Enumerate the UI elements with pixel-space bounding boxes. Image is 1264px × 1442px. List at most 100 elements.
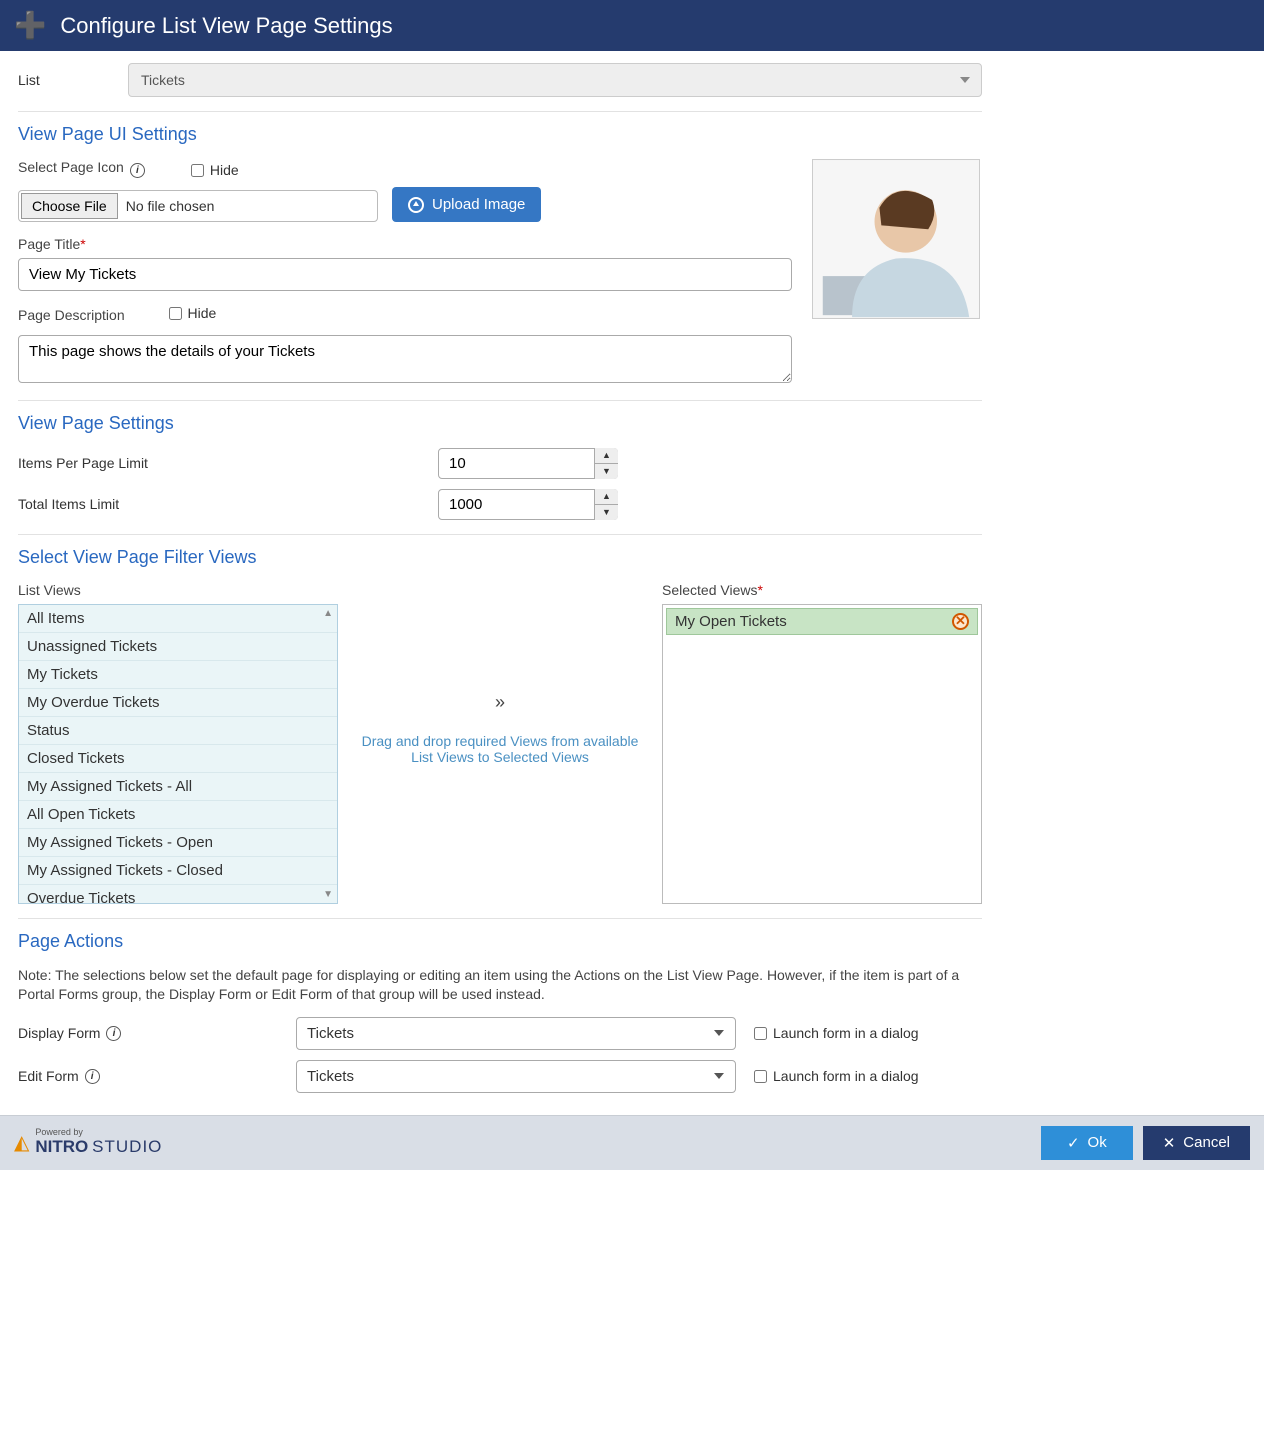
list-views-listbox[interactable]: ▲ ▼ All ItemsUnassigned TicketsMy Ticket… <box>18 604 338 904</box>
list-item[interactable]: Closed Tickets <box>19 745 337 773</box>
selected-views-listbox[interactable]: My Open Tickets ✕ <box>662 604 982 904</box>
items-per-page-input[interactable] <box>438 448 618 479</box>
list-select-wrap[interactable]: Tickets <box>128 63 982 97</box>
items-per-page-row: Items Per Page Limit ▲▼ <box>18 448 982 479</box>
total-items-input[interactable] <box>438 489 618 520</box>
edit-form-dialog-checkbox-wrap[interactable]: Launch form in a dialog <box>754 1068 919 1084</box>
remove-icon[interactable]: ✕ <box>952 613 969 630</box>
list-select[interactable]: Tickets <box>128 63 982 97</box>
list-item[interactable]: My Assigned Tickets - All <box>19 773 337 801</box>
display-form-label: Display Form <box>18 1025 100 1041</box>
list-item[interactable]: Status <box>19 717 337 745</box>
required-asterisk: * <box>757 582 762 598</box>
powered-by-label: Powered by <box>35 1128 162 1137</box>
display-form-dialog-checkbox-wrap[interactable]: Launch form in a dialog <box>754 1025 919 1041</box>
page-title-field: Page Title* <box>18 236 792 291</box>
hide-desc-checkbox[interactable] <box>169 307 182 320</box>
file-input-wrap[interactable]: Choose File No file chosen <box>18 190 378 222</box>
page-title-input[interactable] <box>18 258 792 291</box>
edit-form-select[interactable]: Tickets <box>296 1060 736 1093</box>
info-icon[interactable]: i <box>106 1026 121 1041</box>
list-item[interactable]: All Items <box>19 605 337 633</box>
choose-file-button[interactable]: Choose File <box>21 193 118 219</box>
dialog-footer: ◭ Powered by NITRO STUDIO ✓ Ok ✕ Cancel <box>0 1115 1264 1170</box>
select-icon-label: Select Page Icon <box>18 159 124 175</box>
page-desc-label: Page Description <box>18 307 125 323</box>
plus-icon: ➕ <box>14 10 46 41</box>
hide-desc-label: Hide <box>188 305 217 321</box>
list-item[interactable]: Overdue Tickets <box>19 885 337 904</box>
list-item[interactable]: Unassigned Tickets <box>19 633 337 661</box>
total-items-stepper[interactable]: ▲▼ <box>438 489 618 520</box>
section-filter-title: Select View Page Filter Views <box>18 547 982 568</box>
check-icon: ✓ <box>1067 1134 1080 1152</box>
step-down[interactable]: ▼ <box>595 505 618 520</box>
brand-logo: ◭ Powered by NITRO STUDIO <box>14 1128 162 1157</box>
display-form-select[interactable]: Tickets <box>296 1017 736 1050</box>
person-icon <box>813 160 979 318</box>
selected-views-label: Selected Views* <box>662 582 982 598</box>
file-picker-row: Choose File No file chosen Upload Image <box>18 187 792 222</box>
info-icon[interactable]: i <box>130 163 145 178</box>
divider <box>18 400 982 401</box>
step-down[interactable]: ▼ <box>595 464 618 479</box>
preview-col <box>812 159 982 386</box>
list-item[interactable]: My Tickets <box>19 661 337 689</box>
dialog-header: ➕ Configure List View Page Settings <box>0 0 1264 51</box>
upload-image-button[interactable]: Upload Image <box>392 187 541 222</box>
items-per-page-label: Items Per Page Limit <box>18 455 438 471</box>
section-settings-title: View Page Settings <box>18 413 982 434</box>
list-item[interactable]: My Assigned Tickets - Closed <box>19 857 337 885</box>
filter-mid-column: » Drag and drop required Views from avai… <box>358 582 642 904</box>
page-title-label: Page Title* <box>18 236 86 252</box>
display-form-label-wrap: Display Form i <box>18 1025 278 1041</box>
page-desc-textarea[interactable] <box>18 335 792 383</box>
divider <box>18 918 982 919</box>
required-asterisk: * <box>80 236 85 252</box>
ok-button[interactable]: ✓ Ok <box>1041 1126 1133 1160</box>
ui-left-col: Select Page Icon i Hide Choose File No f… <box>18 159 792 386</box>
display-form-row: Display Form i Tickets Launch form in a … <box>18 1017 982 1050</box>
hide-icon-checkbox-wrap[interactable]: Hide <box>191 162 239 178</box>
page-desc-field: Page Description Hide <box>18 305 792 386</box>
display-form-dialog-checkbox[interactable] <box>754 1027 767 1040</box>
page-title: Configure List View Page Settings <box>60 13 392 39</box>
move-right-icon[interactable]: » <box>358 692 642 713</box>
hide-desc-checkbox-wrap[interactable]: Hide <box>169 305 217 321</box>
cancel-label: Cancel <box>1183 1134 1230 1151</box>
brand-text: Powered by NITRO STUDIO <box>35 1128 162 1157</box>
edit-form-dialog-checkbox[interactable] <box>754 1070 767 1083</box>
edit-form-dialog-label: Launch form in a dialog <box>773 1068 919 1084</box>
dialog-body: List Tickets View Page UI Settings Selec… <box>0 51 1000 1115</box>
display-form-dialog-label: Launch form in a dialog <box>773 1025 919 1041</box>
stepper-buttons[interactable]: ▲▼ <box>594 448 618 479</box>
hide-icon-checkbox[interactable] <box>191 164 204 177</box>
ui-settings-row: Select Page Icon i Hide Choose File No f… <box>18 159 982 386</box>
items-per-page-stepper[interactable]: ▲▼ <box>438 448 618 479</box>
upload-label: Upload Image <box>432 196 525 213</box>
stepper-buttons[interactable]: ▲▼ <box>594 489 618 520</box>
info-icon[interactable]: i <box>85 1069 100 1084</box>
section-actions-title: Page Actions <box>18 931 982 952</box>
list-item-label: My Open Tickets <box>675 613 787 630</box>
list-item[interactable]: My Open Tickets ✕ <box>666 608 978 635</box>
upload-icon <box>408 197 424 213</box>
step-up[interactable]: ▲ <box>595 489 618 505</box>
cancel-button[interactable]: ✕ Cancel <box>1143 1126 1250 1160</box>
list-item[interactable]: All Open Tickets <box>19 801 337 829</box>
step-up[interactable]: ▲ <box>595 448 618 464</box>
filter-views-grid: List Views ▲ ▼ All ItemsUnassigned Ticke… <box>18 582 982 904</box>
edit-form-label-wrap: Edit Form i <box>18 1068 278 1084</box>
edit-form-label: Edit Form <box>18 1068 79 1084</box>
edit-form-row: Edit Form i Tickets Launch form in a dia… <box>18 1060 982 1093</box>
filter-hint-text: Drag and drop required Views from availa… <box>358 733 642 765</box>
display-form-select-wrap[interactable]: Tickets <box>296 1017 736 1050</box>
list-item[interactable]: My Overdue Tickets <box>19 689 337 717</box>
logo-icon: ◭ <box>14 1130 29 1155</box>
list-label: List <box>18 72 128 88</box>
select-icon-row: Select Page Icon i Hide <box>18 159 792 181</box>
brand-studio: STUDIO <box>92 1137 162 1156</box>
no-file-text: No file chosen <box>118 198 215 214</box>
edit-form-select-wrap[interactable]: Tickets <box>296 1060 736 1093</box>
list-item[interactable]: My Assigned Tickets - Open <box>19 829 337 857</box>
